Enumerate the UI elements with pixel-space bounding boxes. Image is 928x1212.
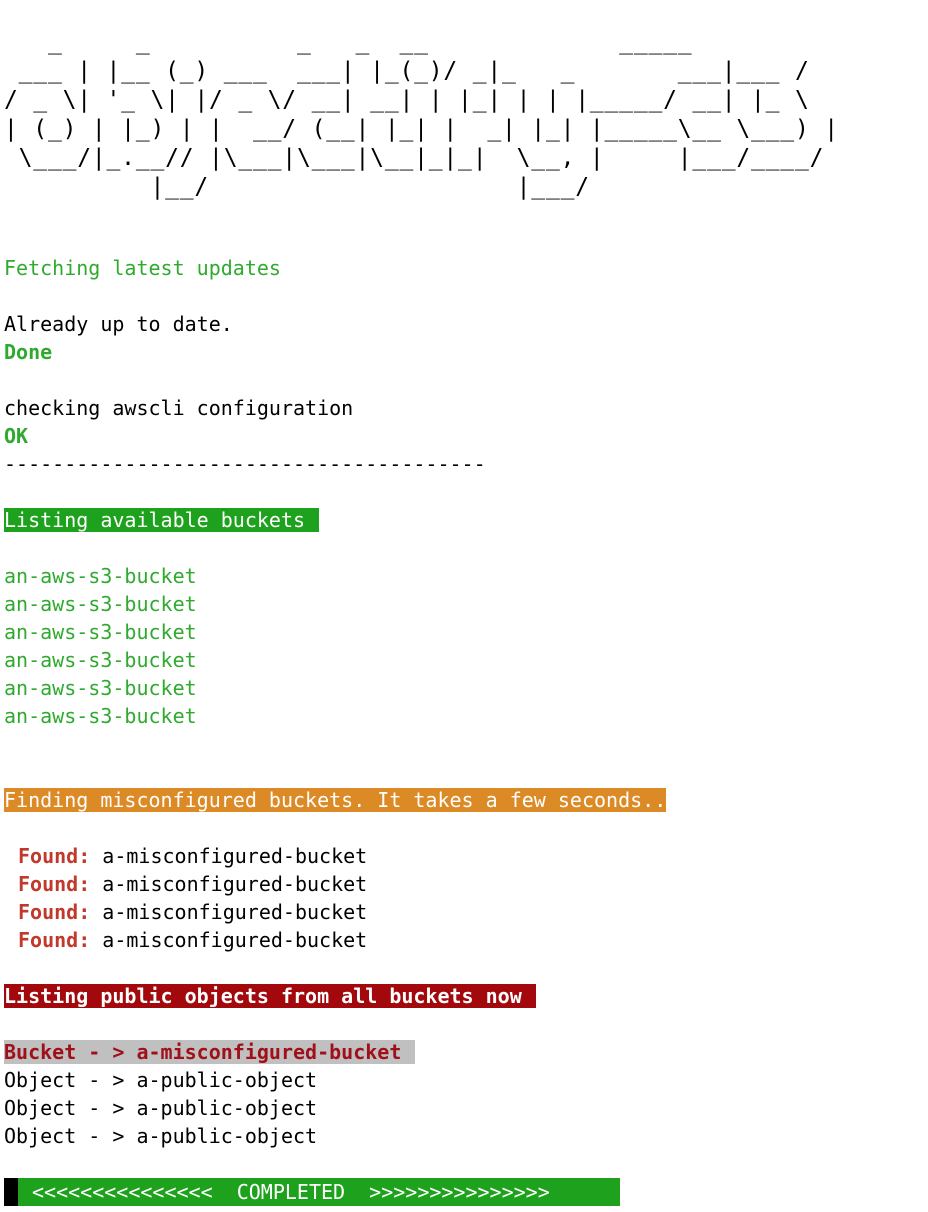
terminal-cursor [4, 1178, 18, 1206]
listing-buckets-header: Listing available buckets [4, 506, 320, 534]
finding-misconfigured-header: Finding misconfigured buckets. It takes … [4, 786, 667, 814]
bucket-list-item: an-aws-s3-bucket [4, 676, 197, 700]
completed-label: <<<<<<<<<<<<<<< COMPLETED >>>>>>>>>>>>>>… [32, 1180, 550, 1204]
found-label: Found: [18, 872, 91, 896]
bucket-list-item: an-aws-s3-bucket [4, 648, 197, 672]
found-list-item: Found: a-misconfigured-bucket [18, 926, 367, 954]
found-list-item: Found: a-misconfigured-bucket [18, 842, 367, 870]
bucket-header-line: Bucket - > a-misconfigured-bucket [4, 1038, 416, 1066]
bucket-list-item: an-aws-s3-bucket [4, 564, 197, 588]
found-label: Found: [18, 928, 91, 952]
ok-status: OK [4, 424, 29, 448]
object-list-item: Object - > a-public-object [4, 1124, 318, 1148]
found-bucket-name: a-misconfigured-bucket [102, 872, 368, 896]
found-list-item: Found: a-misconfigured-bucket [18, 870, 367, 898]
ascii-banner: _ _ _ _ __ _____ ___ | |__ (_) ___ ___| … [4, 29, 839, 200]
object-list-item: Object - > a-public-object [4, 1096, 318, 1120]
found-list-item: Found: a-misconfigured-bucket [18, 898, 367, 926]
terminal-window: _ _ _ _ __ _____ ___ | |__ (_) ___ ___| … [0, 0, 928, 1212]
found-bucket-name: a-misconfigured-bucket [102, 844, 368, 868]
listing-public-objects-label: Listing public objects from all buckets … [4, 984, 536, 1008]
finding-misconfigured-label: Finding misconfigured buckets. It takes … [4, 788, 667, 812]
bucket-list-item: an-aws-s3-bucket [4, 592, 197, 616]
up-to-date-line: Already up to date. [4, 312, 233, 336]
listing-buckets-label: Listing available buckets [4, 508, 320, 532]
listing-public-objects-header: Listing public objects from all buckets … [4, 982, 536, 1010]
checking-awscli-line: checking awscli configuration [4, 396, 354, 420]
object-list-item: Object - > a-public-object [4, 1068, 318, 1092]
fetching-updates-line: Fetching latest updates [4, 256, 281, 280]
bucket-list-item: an-aws-s3-bucket [4, 620, 197, 644]
separator-line: ---------------------------------------- [4, 452, 486, 476]
found-bucket-name: a-misconfigured-bucket [102, 900, 368, 924]
found-label: Found: [18, 900, 91, 924]
done-status: Done [4, 340, 53, 364]
bucket-list-item: an-aws-s3-bucket [4, 704, 197, 728]
completed-banner: <<<<<<<<<<<<<<< COMPLETED >>>>>>>>>>>>>>… [4, 1178, 620, 1206]
bucket-header-label: Bucket - > a-misconfigured-bucket [4, 1040, 416, 1064]
found-bucket-name: a-misconfigured-bucket [102, 928, 368, 952]
found-label: Found: [18, 844, 91, 868]
